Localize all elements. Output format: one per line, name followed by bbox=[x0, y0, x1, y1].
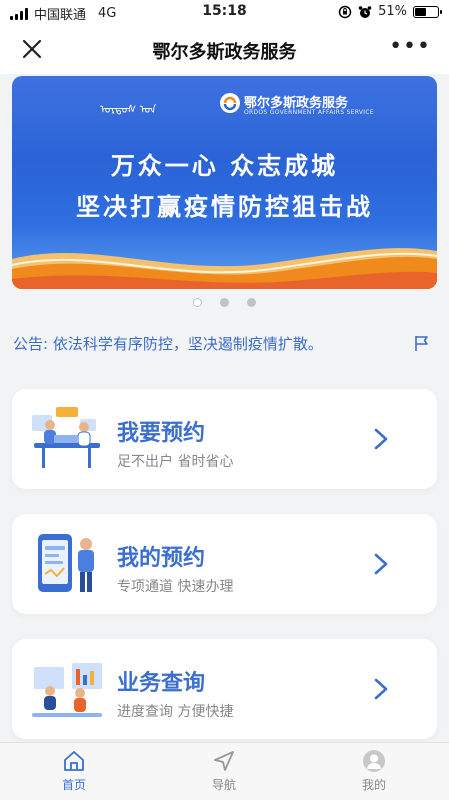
alarm-icon bbox=[358, 5, 372, 18]
card-title: 业务查询 bbox=[117, 671, 206, 696]
banner-wave-decoration bbox=[12, 248, 437, 289]
flag-icon[interactable] bbox=[412, 334, 430, 352]
tab-navigation[interactable]: 导航 bbox=[194, 749, 254, 793]
tab-profile[interactable]: 我的 bbox=[344, 749, 404, 793]
carousel-indicator bbox=[0, 298, 449, 307]
my-appointment-illustration-icon bbox=[38, 534, 94, 592]
carousel-dot[interactable] bbox=[220, 298, 229, 307]
card-subtitle: 专项通道 快速办理 bbox=[117, 579, 234, 595]
battery-percent: 51% bbox=[378, 4, 407, 19]
rotation-lock-icon bbox=[338, 5, 352, 18]
battery-icon bbox=[413, 5, 442, 18]
card-business-query[interactable]: 业务查询 进度查询 方便快捷 bbox=[12, 639, 437, 739]
chevron-right-icon bbox=[374, 678, 388, 700]
card-my-appointments[interactable]: 我的预约 专项通道 快速办理 bbox=[12, 514, 437, 614]
banner-slogan-line1: 万众一心 众志成城 bbox=[110, 152, 339, 180]
card-title: 我要预约 bbox=[117, 421, 206, 446]
page-title: 鄂尔多斯政务服务 bbox=[152, 42, 297, 63]
carousel-dot[interactable] bbox=[193, 298, 202, 307]
nav-bar: 鄂尔多斯政务服务 ••• bbox=[0, 24, 449, 74]
banner-header: ᠣᠷᠳᠣᠰ ᠤᠨ 鄂尔多斯政务服务 ORDOS GOVERNMENT AFFAI… bbox=[12, 90, 437, 118]
notice-text[interactable]: 公告: 依法科学有序防控，坚决遏制疫情扩散。 bbox=[13, 333, 393, 354]
banner-brand-en: ORDOS GOVERNMENT AFFAIRS SERVICE bbox=[244, 109, 374, 116]
tab-label: 我的 bbox=[361, 778, 386, 792]
tab-home[interactable]: 首页 bbox=[44, 749, 104, 793]
card-title: 我的预约 bbox=[117, 546, 206, 571]
home-icon bbox=[64, 751, 84, 771]
carousel-dot[interactable] bbox=[247, 298, 256, 307]
profile-icon bbox=[363, 750, 385, 772]
business-query-illustration-icon bbox=[32, 663, 102, 717]
government-logo-icon bbox=[220, 93, 240, 113]
tab-label: 首页 bbox=[61, 778, 86, 792]
status-right: 51% bbox=[338, 4, 442, 19]
status-bar: 中国联通 4G 15:18 51% bbox=[0, 0, 449, 24]
chevron-right-icon bbox=[374, 553, 388, 575]
card-subtitle: 足不出户 省时省心 bbox=[117, 454, 234, 470]
navigation-icon bbox=[214, 751, 234, 771]
tab-label: 导航 bbox=[211, 778, 236, 792]
more-options-icon[interactable]: ••• bbox=[389, 36, 431, 58]
card-make-appointment[interactable]: 我要预约 足不出户 省时省心 bbox=[12, 389, 437, 489]
appointment-illustration-icon bbox=[32, 407, 100, 468]
bottom-tab-bar: 首页 导航 我的 bbox=[0, 742, 449, 800]
banner-slogan-line2: 坚决打赢疫情防控狙击战 bbox=[76, 193, 373, 221]
chevron-right-icon bbox=[374, 428, 388, 450]
banner-mongolian-text: ᠣᠷᠳᠣᠰ ᠤᠨ bbox=[100, 103, 157, 116]
card-subtitle: 进度查询 方便快捷 bbox=[117, 704, 234, 720]
banner-carousel[interactable]: ᠣᠷᠳᠣᠰ ᠤᠨ 鄂尔多斯政务服务 ORDOS GOVERNMENT AFFAI… bbox=[12, 76, 437, 289]
